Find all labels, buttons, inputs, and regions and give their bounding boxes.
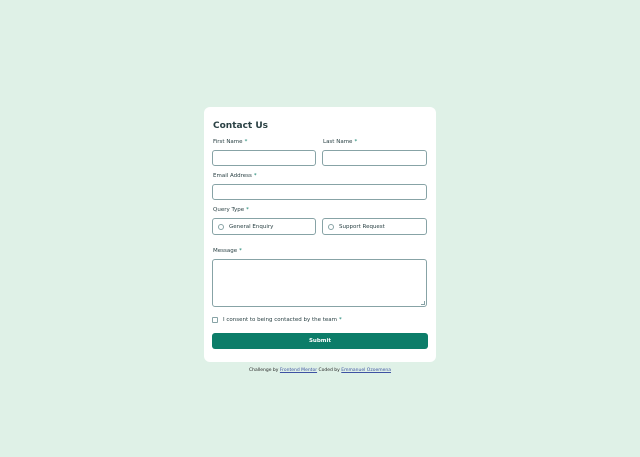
required-mark: *	[246, 207, 249, 213]
last-name-label: Last Name *	[323, 139, 358, 145]
required-mark: *	[244, 139, 248, 145]
consent-label: I consent to being contacted by the team…	[223, 317, 342, 323]
radio-label: General Enquiry	[229, 223, 274, 230]
email-label: Email Address *	[213, 173, 257, 179]
radio-support-request[interactable]: Support Request	[322, 218, 427, 235]
radio-general-enquiry[interactable]: General Enquiry	[212, 218, 316, 235]
email-input[interactable]	[212, 184, 427, 200]
required-mark: *	[354, 139, 358, 145]
first-name-input[interactable]	[212, 150, 316, 166]
form-title: Contact Us	[213, 121, 269, 131]
required-mark: *	[239, 248, 242, 254]
consent-checkbox[interactable]	[212, 317, 218, 323]
required-mark: *	[339, 317, 342, 323]
radio-circle-icon[interactable]	[328, 223, 334, 230]
radio-label: Support Request	[339, 223, 385, 230]
radio-circle-icon[interactable]	[218, 223, 224, 230]
first-name-label: First Name *	[213, 139, 248, 145]
message-label: Message *	[213, 248, 242, 254]
author-link[interactable]: Emmanuel Ozoemena	[341, 368, 391, 373]
attribution: Challenge by Frontend Mentor Coded by Em…	[249, 368, 391, 373]
last-name-input[interactable]	[322, 150, 427, 166]
message-textarea[interactable]	[212, 259, 427, 307]
resize-handle-icon[interactable]	[421, 301, 425, 305]
frontend-mentor-link[interactable]: Frontend Mentor	[280, 368, 317, 373]
query-type-label: Query Type *	[213, 207, 249, 213]
submit-button[interactable]: Submit	[212, 333, 428, 349]
contact-form-card: Contact Us First Name * Last Name * Email …	[204, 107, 436, 362]
required-mark: *	[253, 173, 257, 179]
